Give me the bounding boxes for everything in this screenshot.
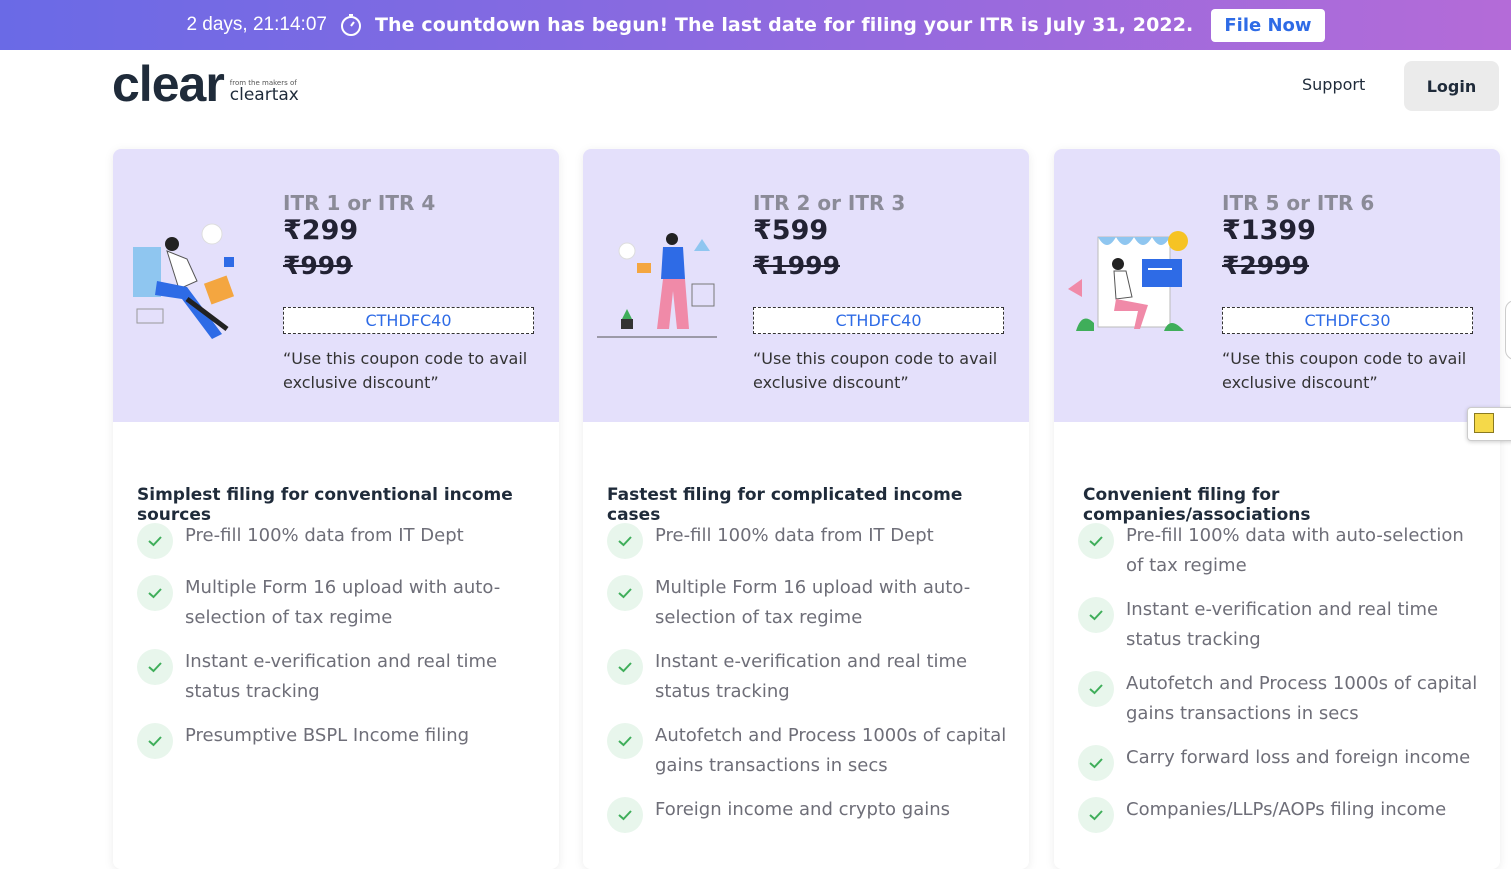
logo-brand: cleartax [229,85,299,105]
sticky-note-button[interactable] [1467,407,1511,441]
support-link[interactable]: Support [1302,75,1365,94]
feature-text: Instant e-verification and real time sta… [655,651,968,702]
pricing-card-itr5: ITR 5 or ITR 6 ₹1399 ₹2999 CTHDFC30 “Use… [1054,149,1500,869]
feature-text: Instant e-verification and real time sta… [185,651,498,702]
banner-message: The countdown has begun! The last date f… [374,14,1194,36]
check-icon [607,723,643,759]
pricing-card-itr2: ITR 2 or ITR 3 ₹599 ₹1999 CTHDFC40 “Use … [583,149,1029,869]
plan-name: ITR 2 or ITR 3 [753,191,906,215]
feature-text: Instant e-verification and real time sta… [1126,599,1439,650]
feature-text: Foreign income and crypto gains [655,799,951,820]
person-running-illustration [133,223,235,339]
check-icon [137,723,173,759]
plan-old-price: ₹2999 [1222,251,1309,280]
check-icon [607,523,643,559]
check-icon [1078,797,1114,833]
list-item: Pre-fill 100% data from IT Dept [137,521,537,559]
list-item: Foreign income and crypto gains [607,795,1007,833]
clear-logo[interactable]: clear from the makers of cleartax [112,56,299,112]
list-item: Pre-fill 100% data with auto-selection o… [1078,521,1478,581]
login-button[interactable]: Login [1404,61,1499,111]
check-icon [1078,597,1114,633]
plan-name: ITR 5 or ITR 6 [1222,191,1375,215]
check-icon [1078,745,1114,781]
file-now-button[interactable]: File Now [1211,8,1325,42]
logo-word: clear [112,56,225,112]
coupon-note: “Use this coupon code to avail exclusive… [753,349,998,392]
card-top: ITR 2 or ITR 3 ₹599 ₹1999 CTHDFC40 “Use … [583,149,1029,422]
feature-text: Pre-fill 100% data from IT Dept [655,525,934,546]
pricing-card-itr1: ITR 1 or ITR 4 ₹299 ₹999 CTHDFC40 “Use t… [113,149,559,869]
feature-text: Autofetch and Process 1000s of capital g… [1126,673,1478,724]
feature-text: Multiple Form 16 upload with auto-select… [185,577,501,628]
check-icon [607,649,643,685]
plan-heading: Fastest filing for complicated income ca… [607,485,963,525]
countdown-banner: 2 days, 21:14:07 The countdown has begun… [0,0,1511,50]
card-top: ITR 1 or ITR 4 ₹299 ₹999 CTHDFC40 “Use t… [113,149,559,422]
coupon-code[interactable]: CTHDFC30 [1222,307,1473,334]
feature-text: Pre-fill 100% data with auto-selection o… [1126,525,1464,576]
plan-price: ₹1399 [1222,215,1316,246]
feature-list: Pre-fill 100% data from IT Dept Multiple… [607,521,1007,847]
logo-sub: from the makers of cleartax [230,79,299,106]
list-item: Carry forward loss and foreign income [1078,743,1478,781]
stopwatch-icon [339,13,363,37]
feature-text: Presumptive BSPL Income filing [185,725,470,746]
card-top: ITR 5 or ITR 6 ₹1399 ₹2999 CTHDFC30 “Use… [1054,149,1500,422]
check-icon [1078,671,1114,707]
feature-list: Pre-fill 100% data with auto-selection o… [1078,521,1478,847]
list-item: Instant e-verification and real time sta… [137,647,537,707]
plan-heading: Simplest filing for conventional income … [137,485,513,525]
feature-text: Carry forward loss and foreign income [1126,747,1471,768]
list-item: Pre-fill 100% data from IT Dept [607,521,1007,559]
check-icon [137,649,173,685]
sticky-note-icon [1474,413,1494,433]
list-item: Instant e-verification and real time sta… [1078,595,1478,655]
person-watering-illustration [597,233,717,338]
plan-old-price: ₹1999 [753,251,840,280]
list-item: Multiple Form 16 upload with auto-select… [607,573,1007,633]
check-icon [137,523,173,559]
countdown-timer: 2 days, 21:14:07 [186,14,327,35]
feature-list: Pre-fill 100% data from IT Dept Multiple… [137,521,537,773]
check-icon [137,575,173,611]
side-widget[interactable] [1505,300,1511,360]
coupon-code[interactable]: CTHDFC40 [753,307,1004,334]
coupon-note: “Use this coupon code to avail exclusive… [1222,349,1467,392]
plan-old-price: ₹999 [283,251,353,280]
site-header: clear from the makers of cleartax Suppor… [0,50,1511,140]
coupon-code[interactable]: CTHDFC40 [283,307,534,334]
list-item: Autofetch and Process 1000s of capital g… [1078,669,1478,729]
feature-text: Pre-fill 100% data from IT Dept [185,525,464,546]
plan-heading: Convenient filing for companies/associat… [1083,485,1311,525]
list-item: Multiple Form 16 upload with auto-select… [137,573,537,633]
plan-price: ₹599 [753,215,829,246]
check-icon [607,797,643,833]
plan-name: ITR 1 or ITR 4 [283,191,436,215]
feature-text: Companies/LLPs/AOPs filing income [1126,799,1447,820]
list-item: Instant e-verification and real time sta… [607,647,1007,707]
coupon-note: “Use this coupon code to avail exclusive… [283,349,528,392]
feature-text: Autofetch and Process 1000s of capital g… [655,725,1007,776]
plan-price: ₹299 [283,215,359,246]
shop-person-illustration [1068,231,1188,331]
check-icon [1078,523,1114,559]
list-item: Companies/LLPs/AOPs filing income [1078,795,1478,833]
feature-text: Multiple Form 16 upload with auto-select… [655,577,971,628]
list-item: Autofetch and Process 1000s of capital g… [607,721,1007,781]
list-item: Presumptive BSPL Income filing [137,721,537,759]
check-icon [607,575,643,611]
